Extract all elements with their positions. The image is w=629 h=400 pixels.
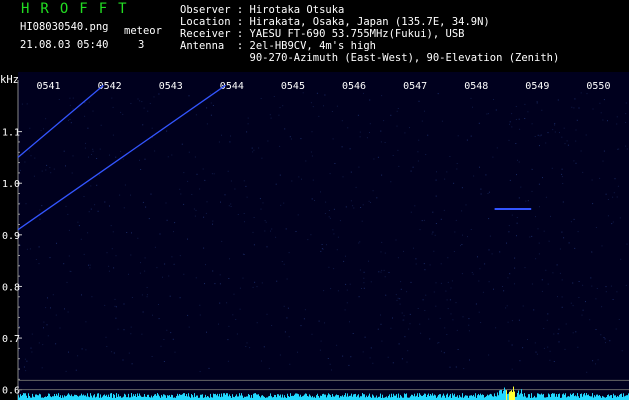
x-tick-label-4: 0545 xyxy=(281,81,305,92)
y-tick-label-4: 0.7 xyxy=(2,334,20,345)
y-tick-label-2: 0.9 xyxy=(2,231,20,242)
x-tick-label-0: 0541 xyxy=(37,81,61,92)
y-tick-label-1: 1.0 xyxy=(2,179,20,190)
x-tick-label-9: 0550 xyxy=(586,81,610,92)
x-tick-label-8: 0549 xyxy=(525,81,549,92)
y-tick-label-5: 0.6 xyxy=(2,386,20,397)
y-tick-label-0: 1.1 xyxy=(2,128,20,139)
meteor-trace-0 xyxy=(17,84,104,158)
x-tick-label-5: 0546 xyxy=(342,81,366,92)
y-tick-label-3: 0.8 xyxy=(2,282,20,293)
x-tick-label-6: 0547 xyxy=(403,81,427,92)
noise-layer xyxy=(18,92,628,373)
meteor-trace-1 xyxy=(17,84,227,231)
spectrogram-svg: 1.11.00.90.80.70.60541 0542 0543 0544 0545 05… xyxy=(2,80,629,400)
x-tick-label-2: 0543 xyxy=(159,81,183,92)
x-tick-label-7: 0548 xyxy=(464,81,488,92)
baseline-noise xyxy=(18,386,629,400)
